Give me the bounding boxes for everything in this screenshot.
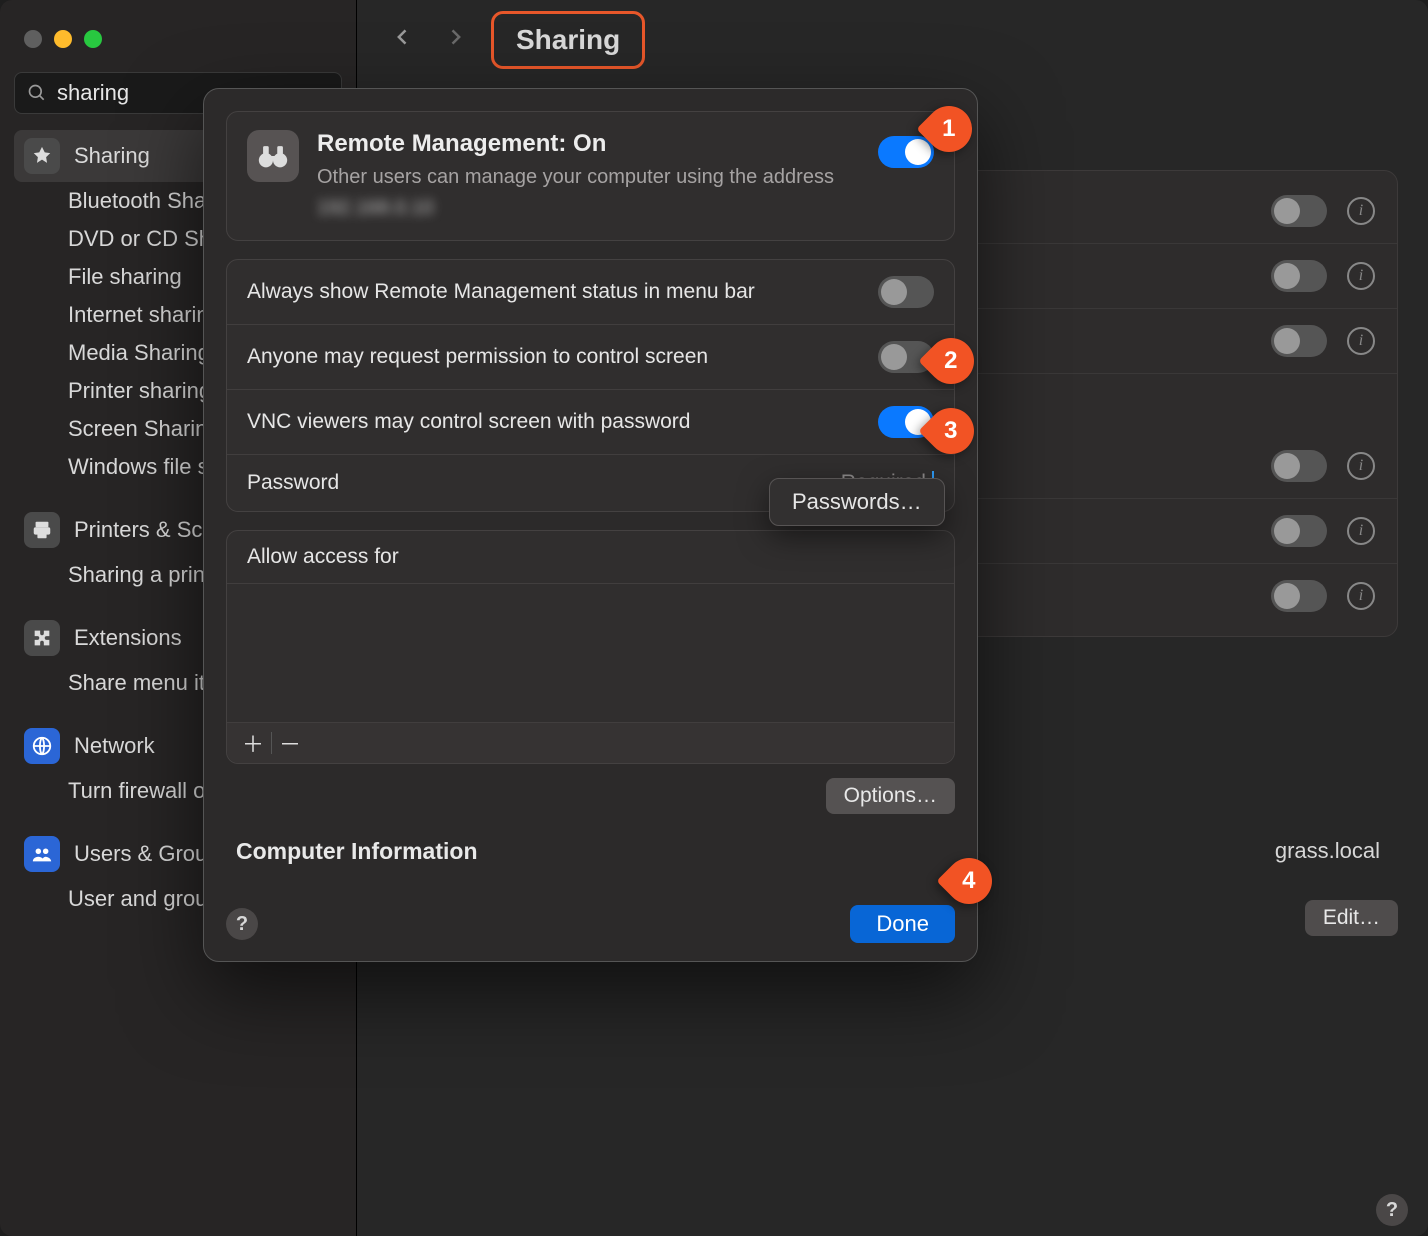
forward-button[interactable] (439, 19, 471, 61)
edit-hostname-button[interactable]: Edit… (1305, 900, 1398, 936)
access-header: Allow access for (227, 531, 954, 584)
remote-management-title: Remote Management: On (317, 130, 860, 158)
binoculars-icon (247, 130, 299, 182)
info-icon[interactable]: i (1347, 517, 1375, 545)
users-icon (24, 836, 60, 872)
back-button[interactable] (387, 19, 419, 61)
toolbar: Sharing (357, 0, 1428, 80)
toggle-off[interactable] (1271, 580, 1327, 612)
sidebar-item-label: Sharing (74, 143, 150, 169)
options-button[interactable]: Options… (826, 778, 955, 814)
done-button[interactable]: Done (850, 905, 955, 943)
sidebar-item-label: Network (74, 733, 155, 759)
opt-vnc: VNC viewers may control screen with pass… (227, 390, 954, 455)
system-settings-window: Sharing Bluetooth Sharing DVD or CD Shar… (0, 0, 1428, 1236)
toggle-off[interactable] (1271, 260, 1327, 292)
menubar-toggle[interactable] (878, 276, 934, 308)
toggle-off[interactable] (1271, 450, 1327, 482)
hostname-label: grass.local (1275, 838, 1380, 864)
info-icon[interactable]: i (1347, 452, 1375, 480)
opt-label: Anyone may request permission to control… (247, 345, 708, 369)
info-icon[interactable]: i (1347, 262, 1375, 290)
help-button-corner[interactable]: ? (1376, 1194, 1408, 1226)
computer-information-title: Computer Information (226, 838, 955, 865)
remote-management-desc: Other users can manage your computer usi… (317, 164, 860, 222)
close-button[interactable] (24, 30, 42, 48)
traffic-lights (0, 12, 356, 72)
options-card: Always show Remote Management status in … (226, 259, 955, 512)
remote-management-address: 192.168.0.10 (317, 195, 434, 222)
opt-label: VNC viewers may control screen with pass… (247, 410, 690, 434)
toggle-off[interactable] (1271, 325, 1327, 357)
access-list[interactable] (227, 584, 954, 722)
printer-icon (24, 512, 60, 548)
info-icon[interactable]: i (1347, 197, 1375, 225)
access-footer: ＋ － (227, 722, 954, 763)
access-card: Allow access for ＋ － (226, 530, 955, 764)
sidebar-item-label: Extensions (74, 625, 182, 651)
remove-user-button[interactable]: － (274, 729, 306, 757)
toggle-off[interactable] (1271, 515, 1327, 547)
page-title: Sharing (491, 11, 645, 69)
maximize-button[interactable] (84, 30, 102, 48)
opt-menubar: Always show Remote Management status in … (227, 260, 954, 325)
puzzle-icon (24, 620, 60, 656)
remote-management-header: Remote Management: On Other users can ma… (226, 111, 955, 241)
remote-management-toggle[interactable] (878, 136, 934, 168)
minimize-button[interactable] (54, 30, 72, 48)
opt-label: Always show Remote Management status in … (247, 280, 755, 304)
info-icon[interactable]: i (1347, 582, 1375, 610)
search-icon (27, 83, 47, 103)
globe-icon (24, 728, 60, 764)
info-icon[interactable]: i (1347, 327, 1375, 355)
sharing-icon (24, 138, 60, 174)
passwords-popover[interactable]: Passwords… (769, 478, 945, 526)
add-user-button[interactable]: ＋ (237, 729, 269, 757)
password-label: Password (247, 471, 339, 495)
divider (271, 732, 272, 754)
help-button[interactable]: ? (226, 908, 258, 940)
opt-anyone: Anyone may request permission to control… (227, 325, 954, 390)
toggle-off[interactable] (1271, 195, 1327, 227)
